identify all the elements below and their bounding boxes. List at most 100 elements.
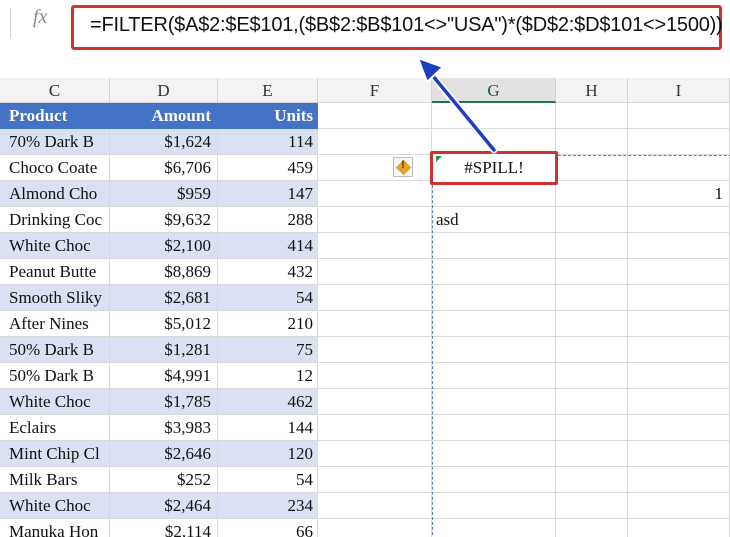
cell[interactable] xyxy=(318,285,432,311)
cell[interactable] xyxy=(556,441,628,467)
product-cell[interactable]: White Choc xyxy=(0,233,110,259)
column-header-i[interactable]: I xyxy=(628,78,730,103)
cell[interactable] xyxy=(318,311,432,337)
units-cell[interactable]: 66 xyxy=(218,519,318,537)
cell[interactable] xyxy=(628,415,730,441)
cell[interactable] xyxy=(556,519,628,537)
column-header-e[interactable]: E xyxy=(218,78,318,103)
cell[interactable] xyxy=(318,337,432,363)
cell[interactable] xyxy=(432,259,556,285)
cell[interactable] xyxy=(318,181,432,207)
cell[interactable] xyxy=(432,519,556,537)
product-cell[interactable]: Peanut Butte xyxy=(0,259,110,285)
product-cell[interactable]: 50% Dark B xyxy=(0,337,110,363)
header-units[interactable]: Units xyxy=(218,103,318,129)
cell[interactable] xyxy=(556,467,628,493)
amount-cell[interactable]: $8,869 xyxy=(110,259,218,285)
cell[interactable] xyxy=(628,129,730,155)
product-cell[interactable]: White Choc xyxy=(0,493,110,519)
cell[interactable] xyxy=(628,519,730,537)
product-cell[interactable]: 50% Dark B xyxy=(0,363,110,389)
header-amount[interactable]: Amount xyxy=(110,103,218,129)
amount-cell[interactable]: $6,706 xyxy=(110,155,218,181)
cell[interactable] xyxy=(432,103,556,129)
spill-error-cell[interactable]: #SPILL! xyxy=(430,151,558,185)
blocking-text-cell[interactable]: asd xyxy=(432,207,556,233)
cell[interactable] xyxy=(432,493,556,519)
cell[interactable] xyxy=(628,363,730,389)
cell[interactable] xyxy=(628,441,730,467)
cell[interactable] xyxy=(628,311,730,337)
cell[interactable] xyxy=(318,259,432,285)
product-cell[interactable]: Almond Cho xyxy=(0,181,110,207)
product-cell[interactable]: Mint Chip Cl xyxy=(0,441,110,467)
product-cell[interactable]: White Choc xyxy=(0,389,110,415)
cell[interactable] xyxy=(432,415,556,441)
cell[interactable] xyxy=(432,389,556,415)
cell[interactable] xyxy=(628,493,730,519)
product-cell[interactable]: Choco Coate xyxy=(0,155,110,181)
cell[interactable] xyxy=(628,285,730,311)
units-cell[interactable]: 120 xyxy=(218,441,318,467)
cell[interactable] xyxy=(556,259,628,285)
amount-cell[interactable]: $2,464 xyxy=(110,493,218,519)
product-cell[interactable]: Drinking Coc xyxy=(0,207,110,233)
cell[interactable] xyxy=(628,103,730,129)
fx-icon[interactable]: fx xyxy=(33,6,47,29)
units-cell[interactable]: 144 xyxy=(218,415,318,441)
cell[interactable] xyxy=(318,441,432,467)
cell[interactable] xyxy=(556,389,628,415)
cell[interactable] xyxy=(628,337,730,363)
amount-cell[interactable]: $1,624 xyxy=(110,129,218,155)
units-cell[interactable]: 234 xyxy=(218,493,318,519)
cell[interactable] xyxy=(318,363,432,389)
cell[interactable] xyxy=(432,441,556,467)
header-product[interactable]: Product xyxy=(0,103,110,129)
amount-cell[interactable]: $959 xyxy=(110,181,218,207)
units-cell[interactable]: 414 xyxy=(218,233,318,259)
amount-cell[interactable]: $2,646 xyxy=(110,441,218,467)
units-cell[interactable]: 12 xyxy=(218,363,318,389)
column-header-g[interactable]: G xyxy=(432,78,556,103)
value-cell[interactable]: 1 xyxy=(628,181,730,207)
cell[interactable] xyxy=(318,415,432,441)
units-cell[interactable]: 432 xyxy=(218,259,318,285)
cell[interactable] xyxy=(432,363,556,389)
product-cell[interactable]: Manuka Hon xyxy=(0,519,110,537)
amount-cell[interactable]: $5,012 xyxy=(110,311,218,337)
amount-cell[interactable]: $4,991 xyxy=(110,363,218,389)
units-cell[interactable]: 54 xyxy=(218,285,318,311)
product-cell[interactable]: Milk Bars xyxy=(0,467,110,493)
amount-cell[interactable]: $3,983 xyxy=(110,415,218,441)
column-header-c[interactable]: C xyxy=(0,78,110,103)
cell[interactable] xyxy=(628,155,730,181)
product-cell[interactable]: Eclairs xyxy=(0,415,110,441)
cell[interactable] xyxy=(556,129,628,155)
cell[interactable] xyxy=(556,311,628,337)
product-cell[interactable]: Smooth Sliky xyxy=(0,285,110,311)
cell[interactable] xyxy=(556,155,628,181)
cell[interactable] xyxy=(556,285,628,311)
amount-cell[interactable]: $252 xyxy=(110,467,218,493)
amount-cell[interactable]: $1,281 xyxy=(110,337,218,363)
cell[interactable] xyxy=(318,467,432,493)
cell[interactable] xyxy=(556,415,628,441)
column-header-h[interactable]: H xyxy=(556,78,628,103)
amount-cell[interactable]: $2,100 xyxy=(110,233,218,259)
cell[interactable] xyxy=(318,493,432,519)
product-cell[interactable]: After Nines xyxy=(0,311,110,337)
cell[interactable] xyxy=(318,519,432,537)
cell[interactable] xyxy=(318,233,432,259)
cell[interactable] xyxy=(556,363,628,389)
cell[interactable] xyxy=(556,103,628,129)
product-cell[interactable]: 70% Dark B xyxy=(0,129,110,155)
cell[interactable] xyxy=(432,285,556,311)
cell[interactable] xyxy=(432,467,556,493)
cell[interactable] xyxy=(432,337,556,363)
column-header-f[interactable]: F xyxy=(318,78,432,103)
cell[interactable] xyxy=(628,259,730,285)
units-cell[interactable]: 75 xyxy=(218,337,318,363)
amount-cell[interactable]: $2,681 xyxy=(110,285,218,311)
units-cell[interactable]: 462 xyxy=(218,389,318,415)
cell[interactable] xyxy=(318,207,432,233)
